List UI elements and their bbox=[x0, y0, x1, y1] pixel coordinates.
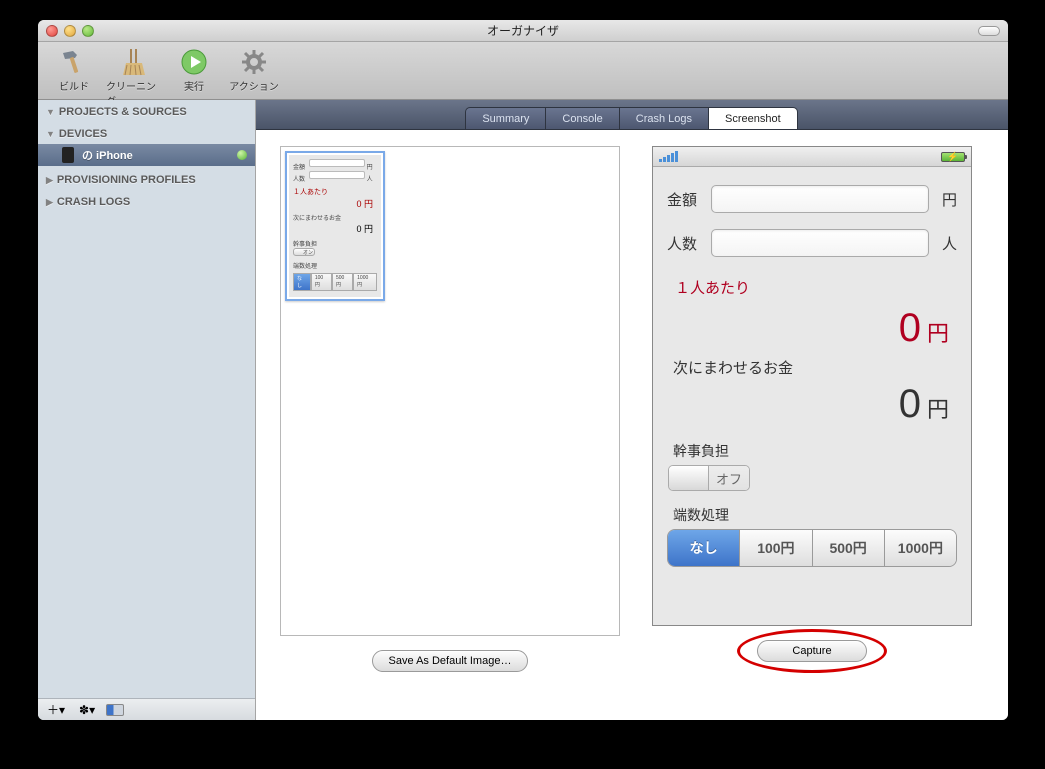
disclosure-down-icon: ▼ bbox=[46, 107, 55, 117]
capture-button[interactable]: Capture bbox=[757, 640, 866, 662]
toolbar-build[interactable]: ビルド bbox=[46, 46, 102, 93]
toolbar-clean[interactable]: クリーニング bbox=[106, 46, 162, 108]
iphone-icon bbox=[62, 147, 74, 163]
screenshot-thumbnail[interactable]: 金額 円 人数 人 １人あたり 0 円 次にまわせるお金 0 円 幹事負担 端数… bbox=[285, 151, 385, 301]
add-button[interactable]: ＋▾ bbox=[44, 701, 68, 718]
rounding-label: 端数処理 bbox=[673, 505, 957, 525]
tab-console[interactable]: Console bbox=[545, 107, 619, 129]
toolbar: ビルド クリーニング 実行 アクション bbox=[38, 42, 1008, 100]
ios-status-bar: ⚡ bbox=[653, 147, 971, 167]
action-gear-button[interactable]: ✽▾ bbox=[76, 703, 98, 717]
tab-screenshot[interactable]: Screenshot bbox=[708, 107, 798, 129]
sidebar-group-crashlogs[interactable]: ▶CRASH LOGS bbox=[38, 190, 255, 212]
carry-label: 次にまわせるお金 bbox=[673, 357, 957, 378]
save-default-image-button[interactable]: Save As Default Image… bbox=[372, 650, 529, 672]
main-content: SummaryConsoleCrash LogsScreenshot 金額 円 … bbox=[256, 100, 1008, 720]
amount-input[interactable] bbox=[711, 185, 929, 213]
sidebar-group-projects[interactable]: ▼PROJECTS & SOURCES bbox=[38, 100, 255, 122]
device-name: の iPhone bbox=[82, 147, 133, 163]
organizer-burden-label: 幹事負担 bbox=[673, 441, 957, 461]
sidebar: ▼PROJECTS & SOURCES ▼DEVICES の iPhone ▶P… bbox=[38, 100, 256, 720]
device-screen-preview: ⚡ 金額 円 人数 人 bbox=[652, 146, 972, 626]
carry-value: 0円 bbox=[667, 382, 957, 427]
toolbar-action[interactable]: アクション bbox=[226, 46, 282, 93]
tab-bar: SummaryConsoleCrash LogsScreenshot bbox=[256, 100, 1008, 130]
toolbar-toggle-pill[interactable] bbox=[978, 26, 1000, 36]
toolbar-run[interactable]: 実行 bbox=[166, 46, 222, 93]
play-icon bbox=[178, 46, 210, 78]
titlebar[interactable]: オーガナイザ bbox=[38, 20, 1008, 42]
screenshot-thumbnail-area[interactable]: 金額 円 人数 人 １人あたり 0 円 次にまわせるお金 0 円 幹事負担 端数… bbox=[280, 146, 620, 636]
gear-icon bbox=[238, 46, 270, 78]
tab-summary[interactable]: Summary bbox=[465, 107, 546, 129]
rounding-option[interactable]: 1000円 bbox=[884, 530, 956, 566]
amount-field: 金額 円 bbox=[667, 185, 957, 213]
disclosure-down-icon: ▼ bbox=[46, 129, 55, 139]
window-title: オーガナイザ bbox=[38, 22, 1008, 39]
rounding-option[interactable]: 100円 bbox=[739, 530, 811, 566]
signal-icon bbox=[659, 151, 678, 162]
disclosure-right-icon: ▶ bbox=[46, 197, 53, 208]
thumbnail-preview: 金額 円 人数 人 １人あたり 0 円 次にまわせるお金 0 円 幹事負担 端数… bbox=[289, 155, 381, 297]
toolbar-label: アクション bbox=[229, 78, 279, 93]
switch-knob bbox=[669, 466, 709, 490]
rounding-segmented-control: なし100円500円1000円 bbox=[667, 529, 957, 567]
battery-icon: ⚡ bbox=[941, 152, 965, 162]
tab-crash-logs[interactable]: Crash Logs bbox=[619, 107, 709, 129]
status-dot-icon bbox=[237, 150, 247, 160]
people-input[interactable] bbox=[711, 229, 929, 257]
broom-icon bbox=[118, 46, 150, 78]
per-person-value: 0円 bbox=[667, 306, 957, 351]
disclosure-right-icon: ▶ bbox=[46, 175, 53, 186]
sidebar-group-provisioning[interactable]: ▶PROVISIONING PROFILES bbox=[38, 168, 255, 190]
organizer-burden-switch[interactable]: オフ bbox=[668, 465, 750, 491]
view-toggle-icon[interactable] bbox=[106, 704, 124, 716]
hammer-icon bbox=[58, 46, 90, 78]
toolbar-label: 実行 bbox=[184, 78, 204, 93]
switch-state-label: オフ bbox=[709, 466, 749, 490]
sidebar-footer: ＋▾ ✽▾ bbox=[38, 698, 255, 720]
rounding-option[interactable]: なし bbox=[668, 530, 739, 566]
per-person-label: １人あたり bbox=[675, 277, 957, 298]
sidebar-device-item[interactable]: の iPhone bbox=[38, 144, 255, 166]
sidebar-group-devices[interactable]: ▼DEVICES bbox=[38, 122, 255, 144]
organizer-window: オーガナイザ ビルド クリーニング 実行 アクション bbox=[38, 20, 1008, 720]
toolbar-label: ビルド bbox=[59, 78, 89, 93]
people-field: 人数 人 bbox=[667, 229, 957, 257]
rounding-option[interactable]: 500円 bbox=[812, 530, 884, 566]
